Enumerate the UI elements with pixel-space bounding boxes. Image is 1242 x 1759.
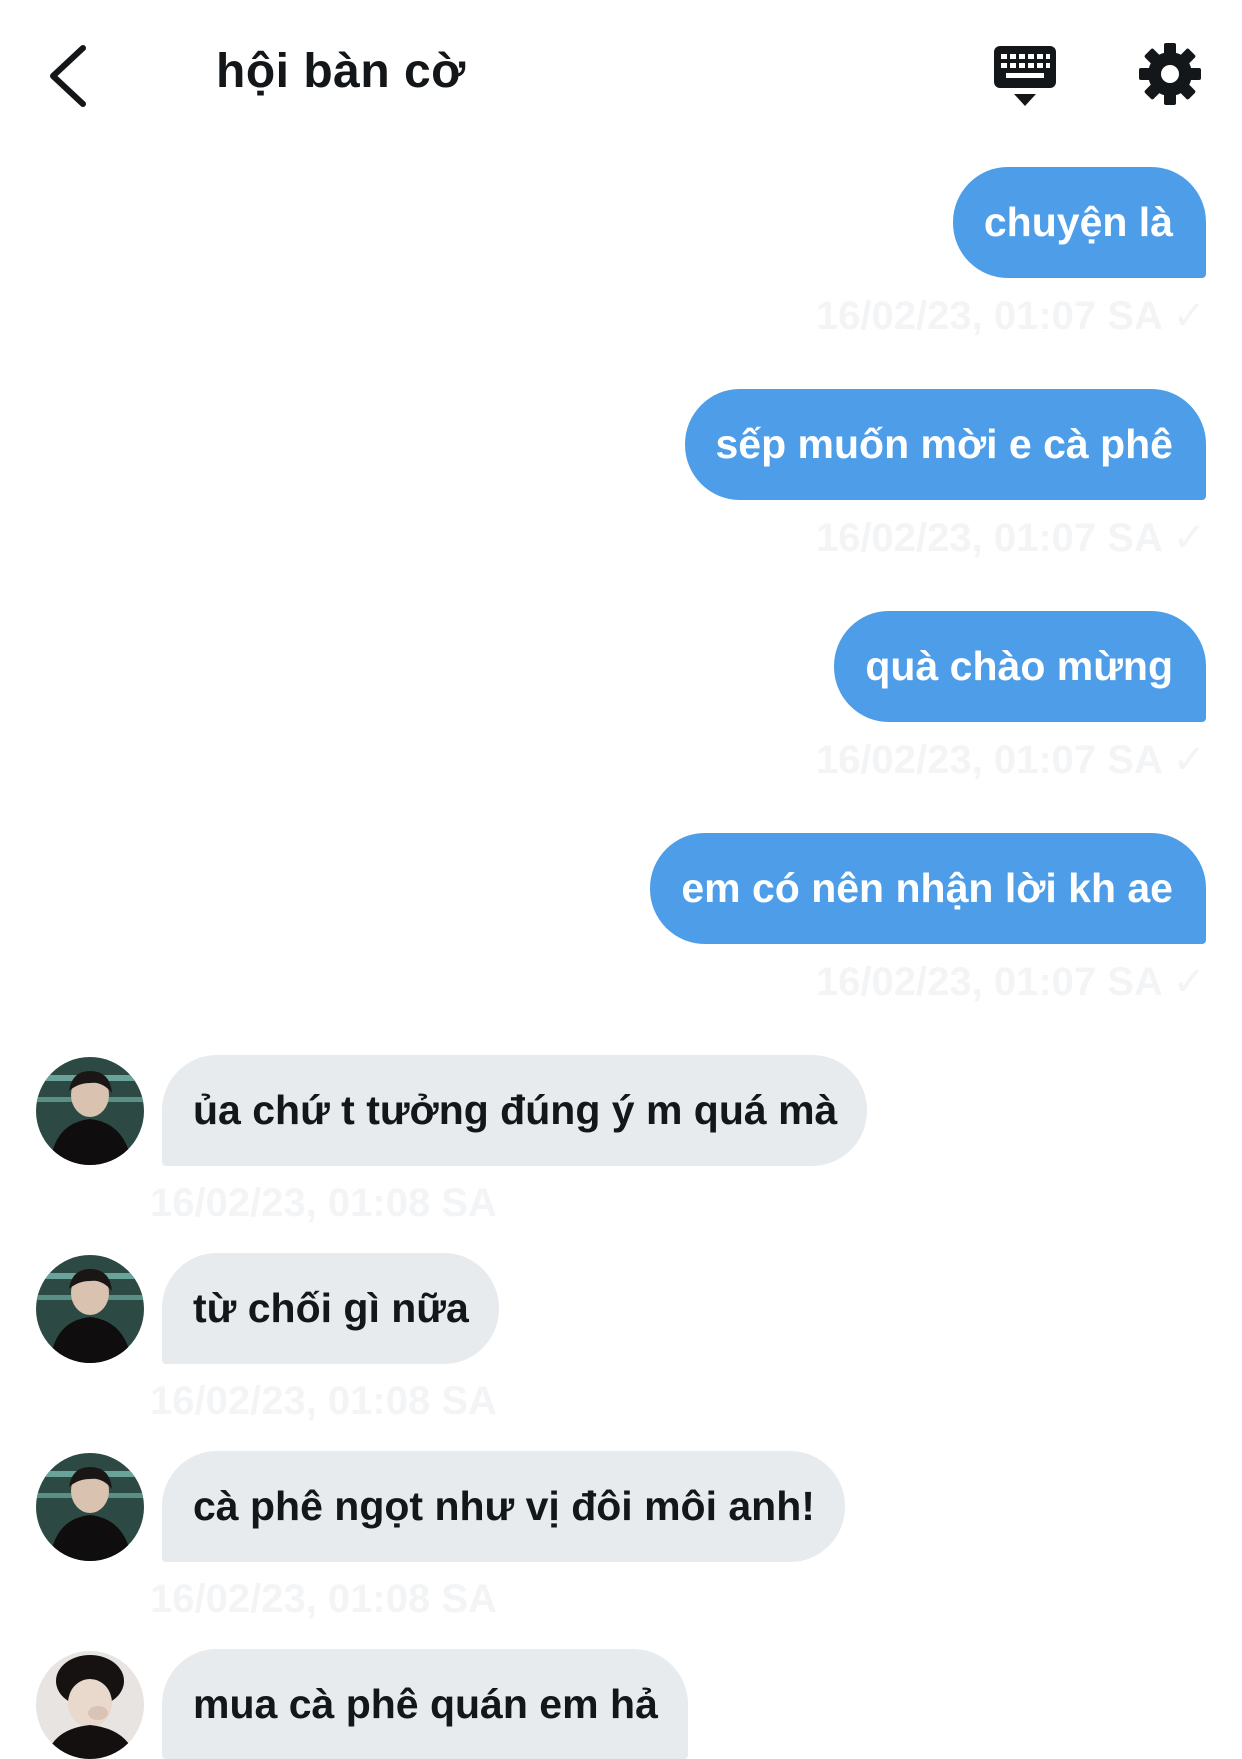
outgoing-message-bubble[interactable]: chuyện là (952, 167, 1206, 278)
message-timestamp: 16/02/23, 01:07 SA ✓ (815, 960, 1206, 1004)
message-timestamp: 16/02/23, 01:08 SA (150, 1181, 497, 1225)
back-button[interactable] (38, 38, 98, 114)
conversation-title: hội bàn cờ (216, 45, 466, 98)
avatar[interactable] (36, 1453, 144, 1561)
outgoing-message-bubble[interactable]: em có nên nhận lời kh ae (650, 833, 1206, 944)
chat-header: hội bàn cờ (0, 0, 1242, 150)
message-timestamp: 16/02/23, 01:08 SA (150, 1379, 497, 1423)
incoming-message-bubble[interactable]: ủa chứ t tưởng đúng ý m quá mà (162, 1055, 868, 1166)
outgoing-message-bubble[interactable]: sếp muốn mời e cà phê (684, 389, 1206, 500)
message-text: mua cà phê quán em hả (193, 1680, 658, 1727)
message-text: chuyện là (983, 199, 1173, 245)
message-text: từ chối gì nữa (193, 1285, 469, 1331)
avatar-photo (36, 1651, 144, 1759)
message-row: chuyện là 16/02/23, 01:07 SA ✓ (0, 167, 1242, 367)
message-row: ủa chứ t tưởng đúng ý m quá mà 16/02/23,… (0, 1055, 1242, 1245)
message-row: cà phê ngọt như vị đôi môi anh! 16/02/23… (0, 1451, 1242, 1641)
message-row: em có nên nhận lời kh ae 16/02/23, 01:07… (0, 833, 1242, 1033)
message-text: ủa chứ t tưởng đúng ý m quá mà (193, 1087, 838, 1133)
keyboard-icon (994, 46, 1056, 106)
message-timestamp: 16/02/23, 01:07 SA ✓ (815, 738, 1206, 782)
avatar[interactable] (36, 1651, 144, 1759)
message-text: cà phê ngọt như vị đôi môi anh! (193, 1483, 815, 1529)
incoming-message-bubble[interactable]: từ chối gì nữa (162, 1253, 499, 1364)
message-row: mua cà phê quán em hả (0, 1649, 1242, 1759)
chevron-left-icon (50, 45, 86, 107)
keyboard-button[interactable] (992, 44, 1058, 110)
message-text: em có nên nhận lời kh ae (681, 865, 1173, 911)
message-row: sếp muốn mời e cà phê 16/02/23, 01:07 SA… (0, 389, 1242, 589)
settings-button[interactable] (1138, 42, 1202, 106)
incoming-message-bubble[interactable]: mua cà phê quán em hả (162, 1649, 688, 1759)
avatar-photo (36, 1057, 144, 1165)
message-timestamp: 16/02/23, 01:07 SA ✓ (815, 516, 1206, 560)
incoming-message-bubble[interactable]: cà phê ngọt như vị đôi môi anh! (162, 1451, 845, 1562)
message-row: quà chào mừng 16/02/23, 01:07 SA ✓ (0, 611, 1242, 811)
message-row: từ chối gì nữa 16/02/23, 01:08 SA (0, 1253, 1242, 1443)
avatar-photo (36, 1453, 144, 1561)
avatar[interactable] (36, 1255, 144, 1363)
message-timestamp: 16/02/23, 01:08 SA (150, 1577, 497, 1621)
gear-icon (1139, 43, 1201, 105)
message-timestamp: 16/02/23, 01:07 SA ✓ (815, 294, 1206, 338)
avatar-photo (36, 1255, 144, 1363)
message-text: quà chào mừng (865, 643, 1173, 689)
avatar[interactable] (36, 1057, 144, 1165)
message-text: sếp muốn mời e cà phê (715, 421, 1174, 467)
outgoing-message-bubble[interactable]: quà chào mừng (834, 611, 1206, 722)
